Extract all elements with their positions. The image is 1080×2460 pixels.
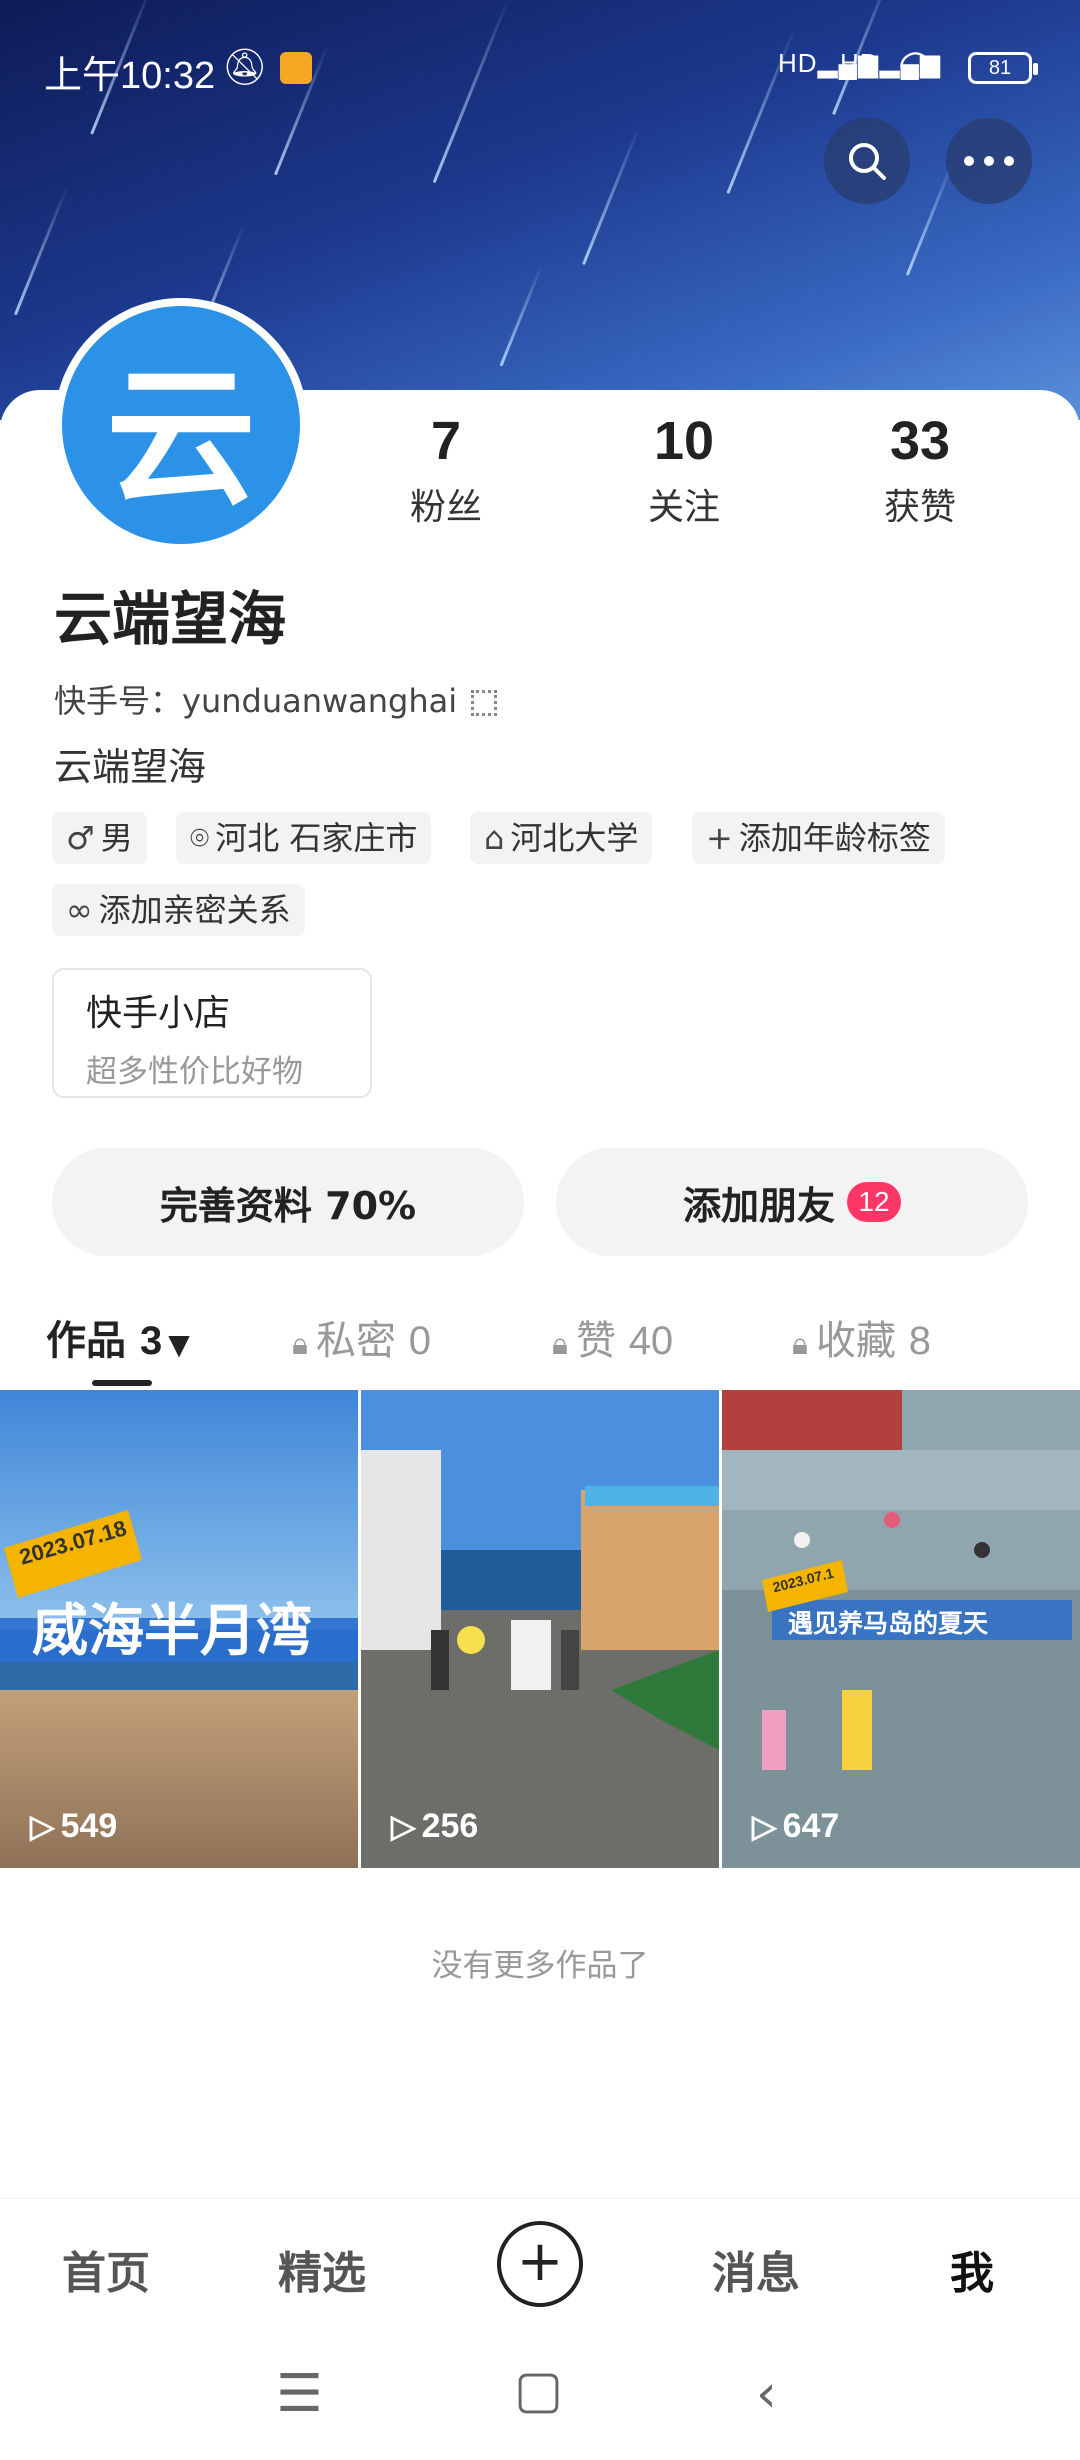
nav-featured[interactable]: 精选 — [278, 2237, 366, 2301]
nav-home[interactable]: 首页 — [62, 2237, 150, 2301]
mute-icon: 🔕︎ — [222, 47, 268, 88]
battery-icon: 81 — [968, 52, 1038, 84]
play-count: ▷ 256 — [391, 1807, 478, 1846]
stat-fans[interactable]: 7 粉丝 — [346, 410, 546, 530]
male-icon: ♂ — [66, 819, 95, 857]
add-friends-label: 添加朋友 — [682, 1183, 835, 1228]
lock-icon: 🔒︎ — [792, 1327, 808, 1362]
menu-icon[interactable]: ☰ — [276, 2364, 323, 2424]
tab-favorites-count: 8 — [908, 1319, 931, 1363]
nav-messages[interactable]: 消息 — [712, 2237, 800, 2301]
plus-icon: + — [706, 819, 733, 857]
tag-add-relationship-text: 添加亲密关系 — [98, 891, 291, 929]
stat-following-label: 关注 — [647, 487, 720, 528]
tab-liked[interactable]: 🔒︎ 赞 40 — [552, 1308, 673, 1366]
stat-likes[interactable]: 33 获赞 — [820, 410, 1020, 530]
avatar[interactable]: 云 — [54, 298, 308, 552]
video-item[interactable]: ▷ 256 — [361, 1390, 719, 1868]
nav-me[interactable]: 我 — [950, 2237, 994, 2301]
tag-add-age[interactable]: + 添加年龄标签 — [692, 812, 945, 864]
create-button[interactable]: + — [497, 2221, 583, 2307]
nickname: 云端望海 — [54, 585, 287, 653]
tab-private[interactable]: 🔒︎ 私密 0 — [292, 1308, 431, 1366]
bio: 云端望海 — [54, 745, 207, 789]
tab-favorites-label: 收藏 — [815, 1318, 896, 1364]
tag-school[interactable]: ⌂ 河北大学 — [470, 812, 653, 864]
relationship-icon: ∞ — [66, 891, 93, 929]
complete-profile-button[interactable]: 完善资料 70% — [52, 1148, 524, 1256]
tab-works-count: 3 — [139, 1319, 163, 1363]
shop-title: 快手小店 — [86, 993, 231, 1034]
play-count: ▷ 549 — [30, 1807, 117, 1846]
tab-liked-label: 赞 — [575, 1318, 616, 1364]
tab-liked-count: 40 — [628, 1319, 674, 1363]
video-thumbnail — [361, 1390, 719, 1868]
stat-following[interactable]: 10 关注 — [584, 410, 784, 530]
tag-location-text: 河北 石家庄市 — [215, 819, 418, 857]
stat-likes-count: 33 — [889, 411, 951, 471]
home-square-icon[interactable]: ▢ — [514, 2360, 563, 2420]
tab-private-count: 0 — [408, 1319, 431, 1363]
search-button[interactable] — [824, 118, 910, 204]
wifi-icon: ◠ — [898, 42, 933, 88]
status-time: 上午10:32 — [44, 55, 216, 97]
tag-location[interactable]: ⌾ 河北 石家庄市 — [176, 812, 432, 864]
play-icon: ▷ — [391, 1808, 416, 1844]
school-icon: ⌂ — [484, 819, 505, 857]
play-count-value: 647 — [782, 1807, 840, 1845]
avatar-image: 云 — [62, 306, 300, 544]
lock-icon: 🔒︎ — [552, 1327, 568, 1362]
stat-likes-label: 获赞 — [883, 487, 956, 528]
video-grid: 2023.07.18 威海半月湾 ▷ 549 ▷ 256 2023.07.1 遇… — [0, 1390, 1080, 1868]
stat-fans-count: 7 — [430, 411, 462, 471]
shop-entry[interactable]: 快手小店 超多性价比好物 — [52, 968, 372, 1098]
caret-down-icon: ▼ — [168, 1328, 190, 1361]
tag-school-text: 河北大学 — [510, 819, 639, 857]
bottom-nav: 首页 精选 + 消息 我 — [0, 2198, 1080, 2334]
tab-works-label: 作品 — [46, 1318, 126, 1364]
play-count: ▷ 647 — [752, 1807, 839, 1846]
more-icon — [964, 156, 1014, 166]
back-icon[interactable]: ‹ — [756, 2364, 777, 2424]
complete-profile-label: 完善资料 70% — [159, 1183, 417, 1228]
qr-code-icon[interactable] — [471, 690, 498, 716]
video-item[interactable]: 2023.07.18 威海半月湾 ▷ 549 — [0, 1390, 358, 1868]
tag-gender[interactable]: ♂ 男 — [52, 812, 147, 864]
tab-private-label: 私密 — [315, 1318, 396, 1364]
kuaishou-id-text: 快手号：yunduanwanghai — [54, 682, 458, 720]
play-count-value: 256 — [421, 1807, 479, 1845]
tab-favorites[interactable]: 🔒︎ 收藏 8 — [792, 1308, 931, 1366]
tag-add-age-text: 添加年龄标签 — [738, 819, 931, 857]
lock-icon: 🔒︎ — [292, 1327, 308, 1362]
plus-icon: + — [516, 2229, 564, 2294]
video-item[interactable]: 2023.07.1 遇见养马岛的夏天 ▷ 647 — [722, 1390, 1080, 1868]
add-friends-badge: 12 — [847, 1182, 901, 1222]
play-icon: ▷ — [30, 1808, 55, 1844]
tag-gender-text: 男 — [100, 819, 133, 857]
play-icon: ▷ — [752, 1808, 777, 1844]
kuaishou-id[interactable]: 快手号：yunduanwanghai — [54, 676, 498, 722]
play-count-value: 549 — [60, 1807, 118, 1845]
stat-fans-label: 粉丝 — [409, 487, 482, 528]
tab-works[interactable]: 作品 3 ▼ — [46, 1308, 190, 1366]
notification-icon — [280, 52, 312, 84]
stat-following-count: 10 — [653, 411, 715, 471]
video-title: 威海半月湾 — [32, 1599, 312, 1664]
status-bar: 上午10:32 🔕︎ HD▂▄▆ HD▂▄▆ ◠ 81 — [0, 0, 1080, 130]
search-icon — [849, 143, 886, 180]
system-nav-bar: ☰ ▢ ‹ — [0, 2334, 1080, 2460]
add-friends-button[interactable]: 添加朋友 12 — [556, 1148, 1028, 1256]
no-more-works-text: 没有更多作品了 — [431, 1948, 649, 1984]
tag-add-relationship[interactable]: ∞ 添加亲密关系 — [52, 884, 305, 936]
more-button[interactable] — [946, 118, 1032, 204]
tab-indicator — [92, 1380, 152, 1386]
video-title: 遇见养马岛的夏天 — [788, 1609, 989, 1638]
shop-subtitle: 超多性价比好物 — [86, 1054, 303, 1090]
location-icon: ⌾ — [190, 819, 210, 857]
